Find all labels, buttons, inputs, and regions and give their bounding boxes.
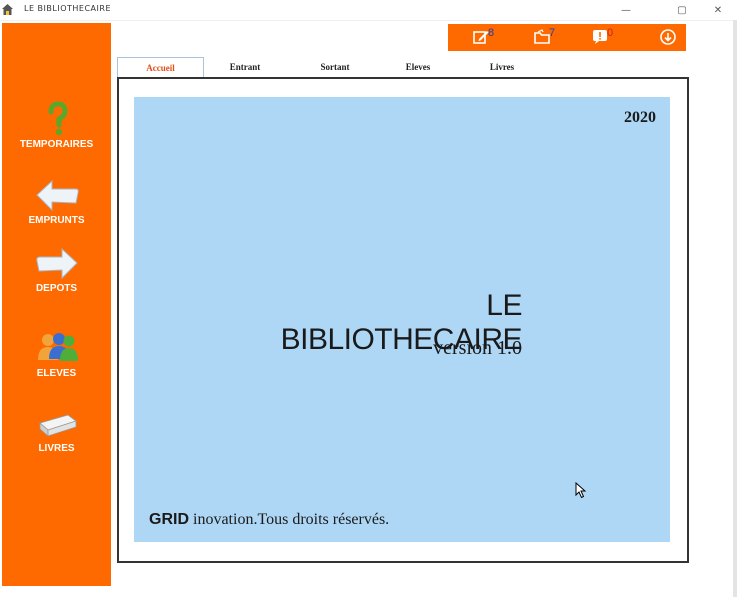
maximize-button[interactable]: ▢ bbox=[668, 0, 696, 20]
tab-accueil[interactable]: Accueil bbox=[117, 57, 204, 78]
sidebar-item-label: LIVRES bbox=[38, 443, 75, 454]
question-mark-icon bbox=[48, 101, 68, 136]
sidebar-item-label: TEMPORAIRES bbox=[19, 139, 94, 150]
download-button[interactable] bbox=[659, 28, 677, 48]
tab-eleves[interactable]: Eleves bbox=[388, 57, 448, 77]
download-icon bbox=[660, 29, 676, 45]
footer-text: inovation.Tous droits réservés. bbox=[189, 511, 390, 528]
window-edge bbox=[733, 20, 737, 597]
sidebar-item-eleves[interactable]: ELEVES bbox=[2, 330, 111, 379]
edit-count: 8 bbox=[488, 27, 495, 39]
tab-bar: Accueil Entrant Sortant Eleves Livres bbox=[117, 57, 687, 78]
copyright-footer: GRID inovation.Tous droits réservés. bbox=[149, 511, 389, 529]
folder-count: 7 bbox=[549, 27, 556, 39]
minimize-button[interactable]: — bbox=[612, 0, 640, 20]
app-icon bbox=[2, 4, 13, 15]
edit-button[interactable]: 8 bbox=[472, 27, 495, 48]
sidebar-item-emprunts[interactable]: EMPRUNTS bbox=[2, 177, 111, 226]
sidebar-item-depots[interactable]: DEPOTS bbox=[2, 245, 111, 294]
arrow-left-icon bbox=[35, 179, 79, 212]
sidebar: TEMPORAIRES EMPRUNTS DEPOTS ELEVES LIVRE… bbox=[2, 23, 111, 586]
arrow-right-icon bbox=[35, 247, 78, 280]
year-label: 2020 bbox=[624, 109, 656, 126]
title-bar: LE BIBLIOTHECAIRE — ▢ ✕ bbox=[0, 0, 737, 21]
sidebar-item-label: DEPOTS bbox=[35, 283, 78, 294]
users-icon bbox=[37, 333, 78, 361]
notification-toolbar: 8 7 0 bbox=[448, 24, 686, 51]
version-label: version 1.0 bbox=[433, 337, 522, 359]
book-icon bbox=[38, 414, 77, 437]
tab-sortant[interactable]: Sortant bbox=[305, 57, 365, 77]
welcome-card: 2020 LE BIBLIOTHECAIRE version 1.0 GRID … bbox=[134, 97, 670, 542]
sidebar-item-label: ELEVES bbox=[36, 368, 77, 379]
sidebar-item-label: EMPRUNTS bbox=[28, 215, 85, 226]
sidebar-item-temporaires[interactable]: TEMPORAIRES bbox=[2, 101, 111, 150]
close-button[interactable]: ✕ bbox=[704, 0, 732, 20]
folder-button[interactable]: 7 bbox=[533, 27, 556, 48]
alert-count: 0 bbox=[607, 27, 614, 39]
tab-livres[interactable]: Livres bbox=[472, 57, 532, 77]
window-title: LE BIBLIOTHECAIRE bbox=[24, 4, 111, 13]
sidebar-item-livres[interactable]: LIVRES bbox=[2, 405, 111, 454]
tab-entrant[interactable]: Entrant bbox=[215, 57, 275, 77]
footer-brand: GRID bbox=[149, 511, 189, 528]
mouse-cursor-icon bbox=[575, 482, 587, 499]
alert-button[interactable]: 0 bbox=[591, 27, 614, 48]
